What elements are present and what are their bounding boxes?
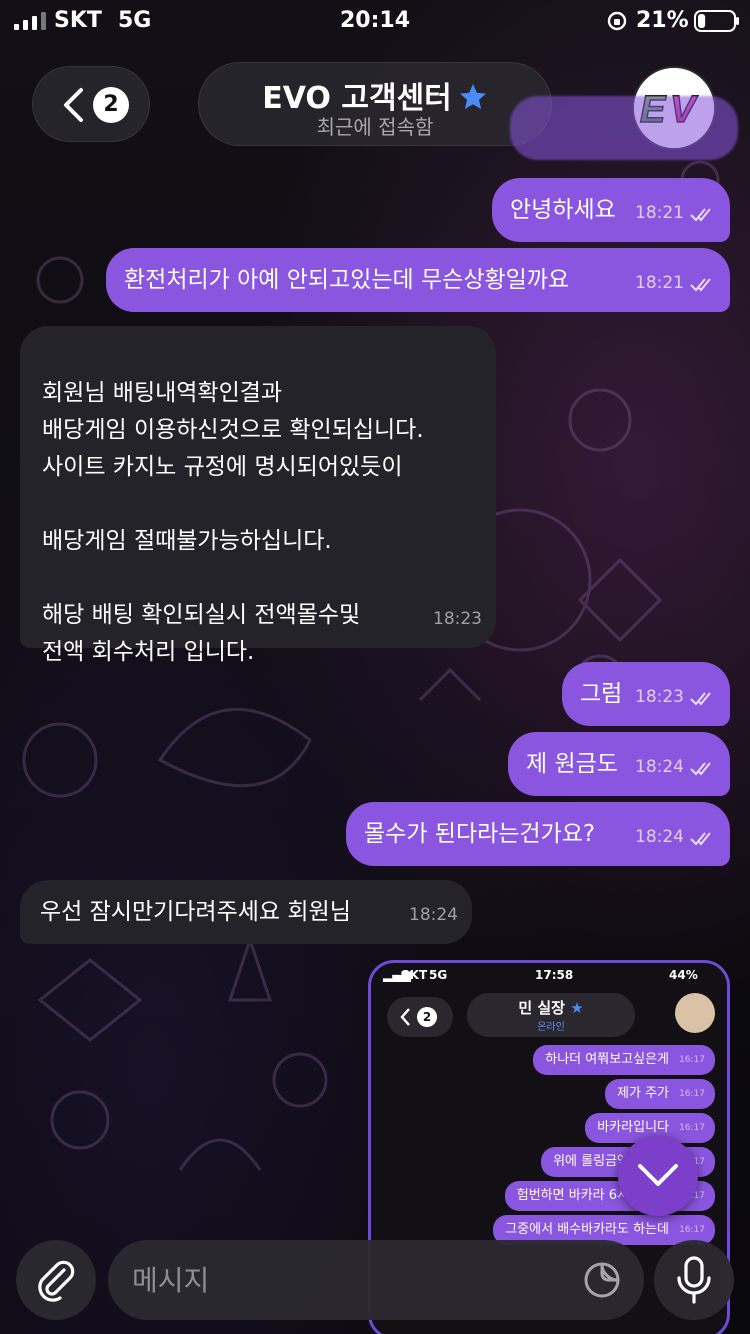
- message-time: 18:24: [409, 905, 458, 925]
- rotation-lock-icon: [607, 11, 627, 31]
- message-time: 18:24: [635, 827, 684, 847]
- status-bar: SKT 5G 20:14 21%: [0, 0, 750, 42]
- double-check-icon: [690, 691, 711, 705]
- message-time: 18:21: [635, 203, 684, 223]
- preview-subtitle: 온라인: [537, 1022, 565, 1033]
- preview-network: 5G: [429, 968, 448, 982]
- preview-message: 하나더 여쭤보고싶은게 16:17: [533, 1045, 715, 1075]
- message-input-container: [108, 1240, 644, 1320]
- preview-carrier: SKT: [401, 968, 428, 982]
- scroll-to-bottom-button[interactable]: [618, 1136, 698, 1216]
- microphone-button[interactable]: [654, 1240, 734, 1320]
- sticker-icon[interactable]: [582, 1260, 622, 1300]
- back-button[interactable]: 2: [32, 66, 150, 142]
- preview-clock: 17:58: [535, 968, 574, 982]
- message-time: 18:24: [635, 757, 684, 777]
- message-meta: 18:21: [635, 265, 716, 302]
- message-meta: 18:24: [409, 897, 458, 934]
- preview-back-button: 2: [387, 997, 453, 1037]
- preview-title-pill: 민 실장 ★ 온라인: [467, 993, 635, 1037]
- double-check-icon: [690, 761, 711, 775]
- chevron-left-icon: [64, 88, 83, 122]
- preview-title-text: 민 실장: [518, 999, 565, 1017]
- message-time: 18:23: [635, 687, 684, 707]
- battery-icon: [694, 10, 739, 32]
- message-meta: 18:24: [635, 749, 716, 786]
- message-meta: 18:23: [635, 679, 716, 716]
- preview-unread-count: 2: [417, 1007, 437, 1027]
- message-outgoing[interactable]: 환전처리가 아예 안되고있는데 무슨상황일까요 18:21: [106, 248, 730, 312]
- double-check-icon: [690, 277, 711, 291]
- message-meta: 18:23: [433, 601, 482, 638]
- preview-avatar: [675, 993, 715, 1033]
- message-outgoing[interactable]: 몰수가 된다라는건가요? 18:24: [346, 802, 730, 866]
- message-text: 환전처리가 아예 안되고있는데 무슨상황일까요: [124, 267, 570, 293]
- unread-count-badge: 2: [93, 87, 129, 123]
- message-text: 회원님 배팅내역확인결과 배당게임 이용하신것으로 확인되십니다. 사이트 카지…: [42, 380, 424, 665]
- double-check-icon: [690, 207, 711, 221]
- message-text: 안녕하세요: [510, 197, 616, 223]
- battery-percent: 21%: [636, 8, 689, 33]
- message-outgoing[interactable]: 제 원금도 18:24: [508, 732, 730, 796]
- preview-message: 제가 주가 16:17: [605, 1079, 715, 1109]
- chevron-down-icon: [638, 1164, 678, 1186]
- message-meta: 18:24: [635, 819, 716, 856]
- preview-title: 민 실장 ★: [467, 997, 635, 1018]
- preview-battery-percent: 44%: [669, 968, 698, 982]
- star-badge-icon: [459, 84, 486, 109]
- last-seen-status: 최근에 접속함: [316, 115, 434, 139]
- message-meta: 18:21: [635, 195, 716, 232]
- message-incoming[interactable]: 회원님 배팅내역확인결과 배당게임 이용하신것으로 확인되십니다. 사이트 카지…: [20, 326, 496, 665]
- message-text: 몰수가 된다라는건가요?: [364, 821, 596, 847]
- message-input[interactable]: [132, 1256, 562, 1304]
- chat-title-pill[interactable]: EVO 고객센터 최근에 접속함: [198, 62, 552, 146]
- clipped-message-bubble: [510, 96, 738, 160]
- message-time: 18:23: [433, 609, 482, 629]
- message-text: 우선 잠시만기다려주세요 회원님: [40, 899, 351, 925]
- message-outgoing[interactable]: 그럼 18:23: [562, 662, 730, 726]
- message-outgoing[interactable]: 안녕하세요 18:21: [492, 178, 730, 242]
- preview-chevron-left-icon: [400, 1008, 410, 1026]
- message-text: 그럼: [580, 681, 623, 707]
- paperclip-icon: [38, 1260, 75, 1302]
- attach-button[interactable]: [16, 1240, 96, 1320]
- microphone-icon: [677, 1256, 711, 1304]
- message-incoming[interactable]: 우선 잠시만기다려주세요 회원님 18:24: [20, 880, 472, 944]
- message-time: 18:21: [635, 273, 684, 293]
- double-check-icon: [690, 831, 711, 845]
- preview-star-icon: ★: [570, 999, 584, 1017]
- preview-status-bar: ▂▄▆ SKT 5G 17:58 44%: [371, 963, 727, 987]
- message-text: 제 원금도: [526, 751, 618, 777]
